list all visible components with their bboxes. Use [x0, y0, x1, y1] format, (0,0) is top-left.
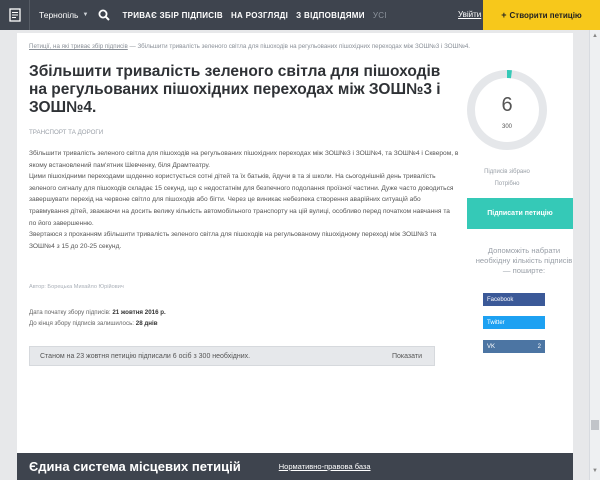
share-label: Facebook — [487, 296, 514, 303]
signed-label: Підписів зібрано — [484, 169, 530, 175]
chevron-down-icon: ▼ — [82, 12, 89, 18]
login-link[interactable]: Увійти — [458, 10, 481, 19]
needed-label: Потрібно — [494, 181, 520, 187]
share-count: 2 — [537, 343, 541, 350]
city-label: Тернопіль — [39, 10, 79, 20]
remaining-row: До кінця збору підписів залишилось: 28 д… — [29, 318, 166, 329]
start-date-value: 21 жовтня 2016 р. — [112, 309, 166, 316]
nav-under-review[interactable]: На розгляді — [231, 11, 288, 20]
plus-icon: + — [501, 10, 507, 20]
footer: Єдина система місцевих петицій Нормативн… — [17, 453, 573, 480]
share-label: VK — [487, 343, 496, 350]
page-scrollbar[interactable] — [589, 30, 600, 480]
petition-dates: Дата початку збору підписів: 21 жовтня 2… — [29, 307, 166, 329]
search-icon — [98, 9, 111, 21]
share-facebook-button[interactable]: Facebook — [483, 293, 545, 306]
share-label: Twitter — [487, 319, 505, 326]
show-signers-button[interactable]: Показати — [392, 353, 422, 360]
author-label: Автор: — [29, 284, 46, 290]
signatures-status-bar: Станом на 23 жовтня петицію підписали 6 … — [29, 346, 435, 366]
breadcrumb: Петиції, на які триває збір підписів — З… — [29, 43, 470, 50]
page-title: Збільшити тривалість зеленого світла для… — [29, 63, 441, 116]
petition-category[interactable]: Транспорт та дороги — [29, 129, 103, 136]
needed-count: 300 — [501, 124, 512, 130]
scroll-up-arrow-icon[interactable]: ▲ — [592, 33, 598, 39]
author-name: Борецька Михайло Юрійович — [47, 284, 124, 290]
share-help-text: Допоможіть набрати необхідну кількість п… — [475, 246, 573, 275]
breadcrumb-separator: — — [127, 43, 138, 50]
share-twitter-button[interactable]: Twitter — [483, 316, 545, 329]
nav-answered[interactable]: З відповідями — [296, 11, 365, 20]
create-petition-button[interactable]: + Створити петицію — [483, 0, 600, 30]
signed-count: 6 — [501, 94, 513, 116]
scroll-down-arrow-icon[interactable]: ▼ — [592, 468, 598, 474]
breadcrumb-current: Збільшити тривалість зеленого світла для… — [137, 43, 471, 50]
petition-doc-icon — [8, 8, 21, 22]
petition-paragraph: Цими пішохідними переходами щоденно кори… — [29, 173, 454, 227]
petition-body: Збільшити тривалість зеленого світла для… — [29, 148, 459, 252]
city-selector[interactable]: Тернопіль ▼ — [39, 10, 88, 20]
search-button[interactable] — [98, 9, 111, 21]
start-date-label: Дата початку збору підписів: — [29, 309, 111, 316]
sign-petition-button[interactable]: Підписати петицію — [467, 198, 573, 229]
petition-author: Автор: Борецька Михайло Юрійович — [29, 284, 124, 290]
petition-paragraph: Звертаюся з проханням збільшити триваліс… — [29, 231, 437, 250]
scrollbar-thumb[interactable] — [591, 420, 599, 430]
petition-card: Петиції, на які триває збір підписів — З… — [17, 33, 573, 453]
footer-legal-link[interactable]: Нормативно-правова база — [279, 462, 371, 471]
create-petition-label: Створити петицію — [509, 10, 582, 20]
logo[interactable] — [0, 0, 30, 30]
signatures-status-text: Станом на 23 жовтня петицію підписали 6 … — [40, 352, 251, 360]
share-vk-button[interactable]: VK 2 — [483, 340, 545, 353]
remaining-value: 28 днів — [135, 320, 158, 327]
footer-title: Єдина система місцевих петицій — [29, 459, 241, 474]
nav-collecting[interactable]: Триває збір підписів — [122, 11, 223, 20]
nav-all[interactable]: Усі — [373, 11, 387, 20]
start-date-row: Дата початку збору підписів: 21 жовтня 2… — [29, 307, 166, 318]
breadcrumb-parent-link[interactable]: Петиції, на які триває збір підписів — [29, 43, 128, 50]
remaining-label: До кінця збору підписів залишилось: — [29, 320, 135, 327]
petition-paragraph: Збільшити тривалість зеленого світла для… — [29, 150, 459, 169]
main-nav: Триває збір підписів На розгляді З відпо… — [122, 11, 394, 20]
